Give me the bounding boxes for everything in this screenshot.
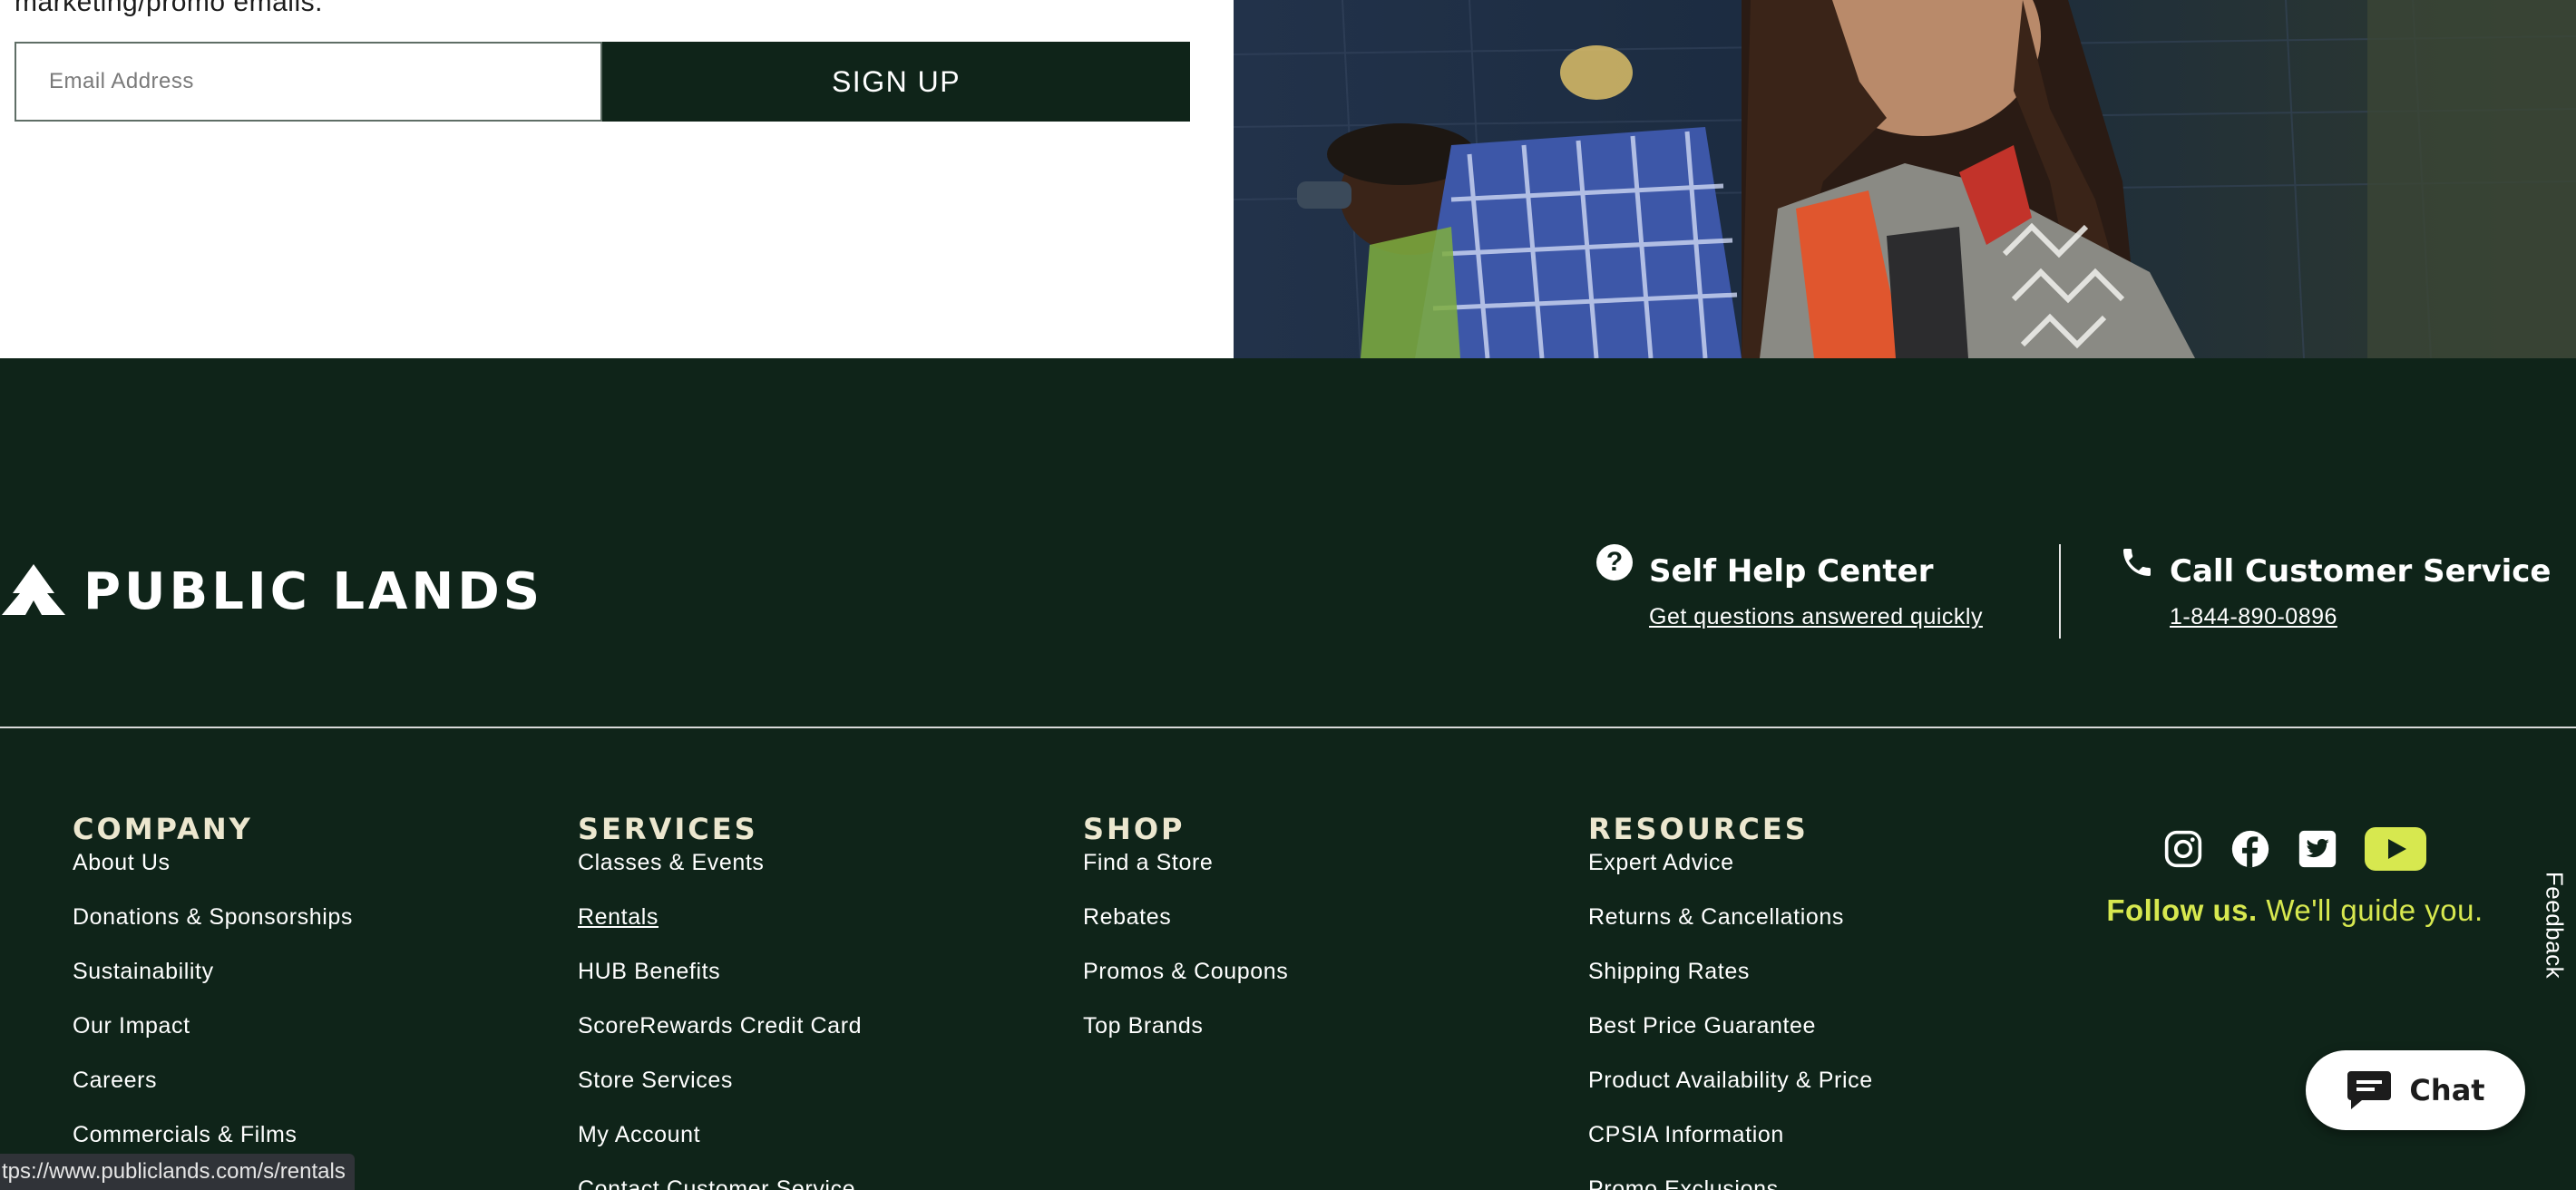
footer-link-top-brands[interactable]: Top Brands: [1083, 1013, 1203, 1039]
chat-button[interactable]: Chat: [2306, 1050, 2525, 1130]
footer-link-donations[interactable]: Donations & Sponsorships: [73, 904, 353, 930]
footer-link-classes-events[interactable]: Classes & Events: [578, 850, 765, 875]
promo-photo: [1234, 0, 2576, 358]
feedback-label: Feedback: [2541, 871, 2569, 980]
footer-link-returns[interactable]: Returns & Cancellations: [1588, 904, 1844, 930]
footer-link-scorerewards-card[interactable]: ScoreRewards Credit Card: [578, 1013, 862, 1039]
brand-band: PUBLIC LANDS ? Self Help Center Get ques…: [0, 358, 2576, 727]
follow-us-bold: Follow us.: [2106, 893, 2258, 927]
tent-logo-icon: [0, 562, 67, 621]
footer-link-price-guarantee[interactable]: Best Price Guarantee: [1588, 1013, 1816, 1039]
youtube-icon[interactable]: [2365, 827, 2426, 875]
footer-link-shipping-rates[interactable]: Shipping Rates: [1588, 959, 1750, 984]
footer-link-cpsia[interactable]: CPSIA Information: [1588, 1122, 1784, 1147]
public-lands-logo[interactable]: PUBLIC LANDS: [0, 562, 543, 621]
footer-link-sustainability[interactable]: Sustainability: [73, 959, 214, 984]
chat-bubble-icon: [2346, 1068, 2393, 1114]
footer-link-contact-service[interactable]: Contact Customer Service: [578, 1176, 855, 1190]
support-divider: [2059, 544, 2061, 639]
sign-up-button[interactable]: SIGN UP: [602, 42, 1190, 122]
footer-link-promo-exclusions[interactable]: Promo Exclusions: [1588, 1176, 1779, 1190]
self-help-link[interactable]: Get questions answered quickly: [1649, 604, 1983, 630]
footer-divider: [0, 727, 2576, 728]
footer-link-promos-coupons[interactable]: Promos & Coupons: [1083, 959, 1288, 984]
footer-link-hub-benefits[interactable]: HUB Benefits: [578, 959, 720, 984]
follow-us-text: We'll guide you.: [2266, 893, 2483, 927]
self-help-title: Self Help Center: [1649, 553, 1934, 590]
instagram-icon[interactable]: [2163, 829, 2203, 873]
social-icons: [2086, 827, 2503, 875]
footer-link-find-store[interactable]: Find a Store: [1083, 850, 1213, 875]
footer-link-rentals[interactable]: Rentals: [578, 904, 659, 930]
footer-link-my-account[interactable]: My Account: [578, 1122, 700, 1147]
footer-column-company: COMPANY About Us Donations & Sponsorship…: [73, 813, 353, 1177]
footer-link-product-availability[interactable]: Product Availability & Price: [1588, 1068, 1873, 1093]
signup-panel: marketing/promo emails. SIGN UP: [0, 0, 1234, 358]
footer-column-shop: SHOP Find a Store Rebates Promos & Coupo…: [1083, 813, 1288, 1068]
email-input[interactable]: [15, 42, 602, 122]
footer-link-our-impact[interactable]: Our Impact: [73, 1013, 190, 1039]
footer-link-rebates[interactable]: Rebates: [1083, 904, 1171, 930]
footer-column-services: SERVICES Classes & Events Rentals HUB Be…: [578, 813, 862, 1190]
footer-link-about-us[interactable]: About Us: [73, 850, 171, 875]
feedback-tab[interactable]: Feedback: [2532, 871, 2576, 980]
social-follow: Follow us. We'll guide you.: [2086, 827, 2503, 928]
footer-link-store-services[interactable]: Store Services: [578, 1068, 733, 1093]
phone-number-link[interactable]: 1-844-890-0896: [2170, 604, 2337, 630]
logo-wordmark: PUBLIC LANDS: [83, 562, 544, 621]
question-icon: ?: [1596, 544, 1633, 580]
column-heading-resources: RESOURCES: [1588, 812, 1809, 846]
chat-label: Chat: [2409, 1073, 2485, 1107]
column-heading-services: SERVICES: [578, 812, 758, 846]
twitter-icon[interactable]: [2298, 829, 2337, 873]
footer-column-resources: RESOURCES Expert Advice Returns & Cancel…: [1588, 813, 1873, 1190]
footer-link-expert-advice[interactable]: Expert Advice: [1588, 850, 1734, 875]
footer-link-commercials-films[interactable]: Commercials & Films: [73, 1122, 298, 1147]
signup-disclaimer-text: marketing/promo emails.: [15, 0, 323, 17]
footer-link-careers[interactable]: Careers: [73, 1068, 157, 1093]
column-heading-shop: SHOP: [1083, 812, 1186, 846]
column-heading-company: COMPANY: [73, 812, 253, 846]
follow-us-tagline: Follow us. We'll guide you.: [2086, 893, 2503, 928]
facebook-icon[interactable]: [2230, 829, 2270, 873]
status-bar-url: tps://www.publiclands.com/s/rentals: [0, 1154, 355, 1190]
phone-icon: [2119, 544, 2155, 580]
promo-signup-section: marketing/promo emails. SIGN UP: [0, 0, 2576, 358]
call-service-title: Call Customer Service: [2170, 553, 2552, 590]
